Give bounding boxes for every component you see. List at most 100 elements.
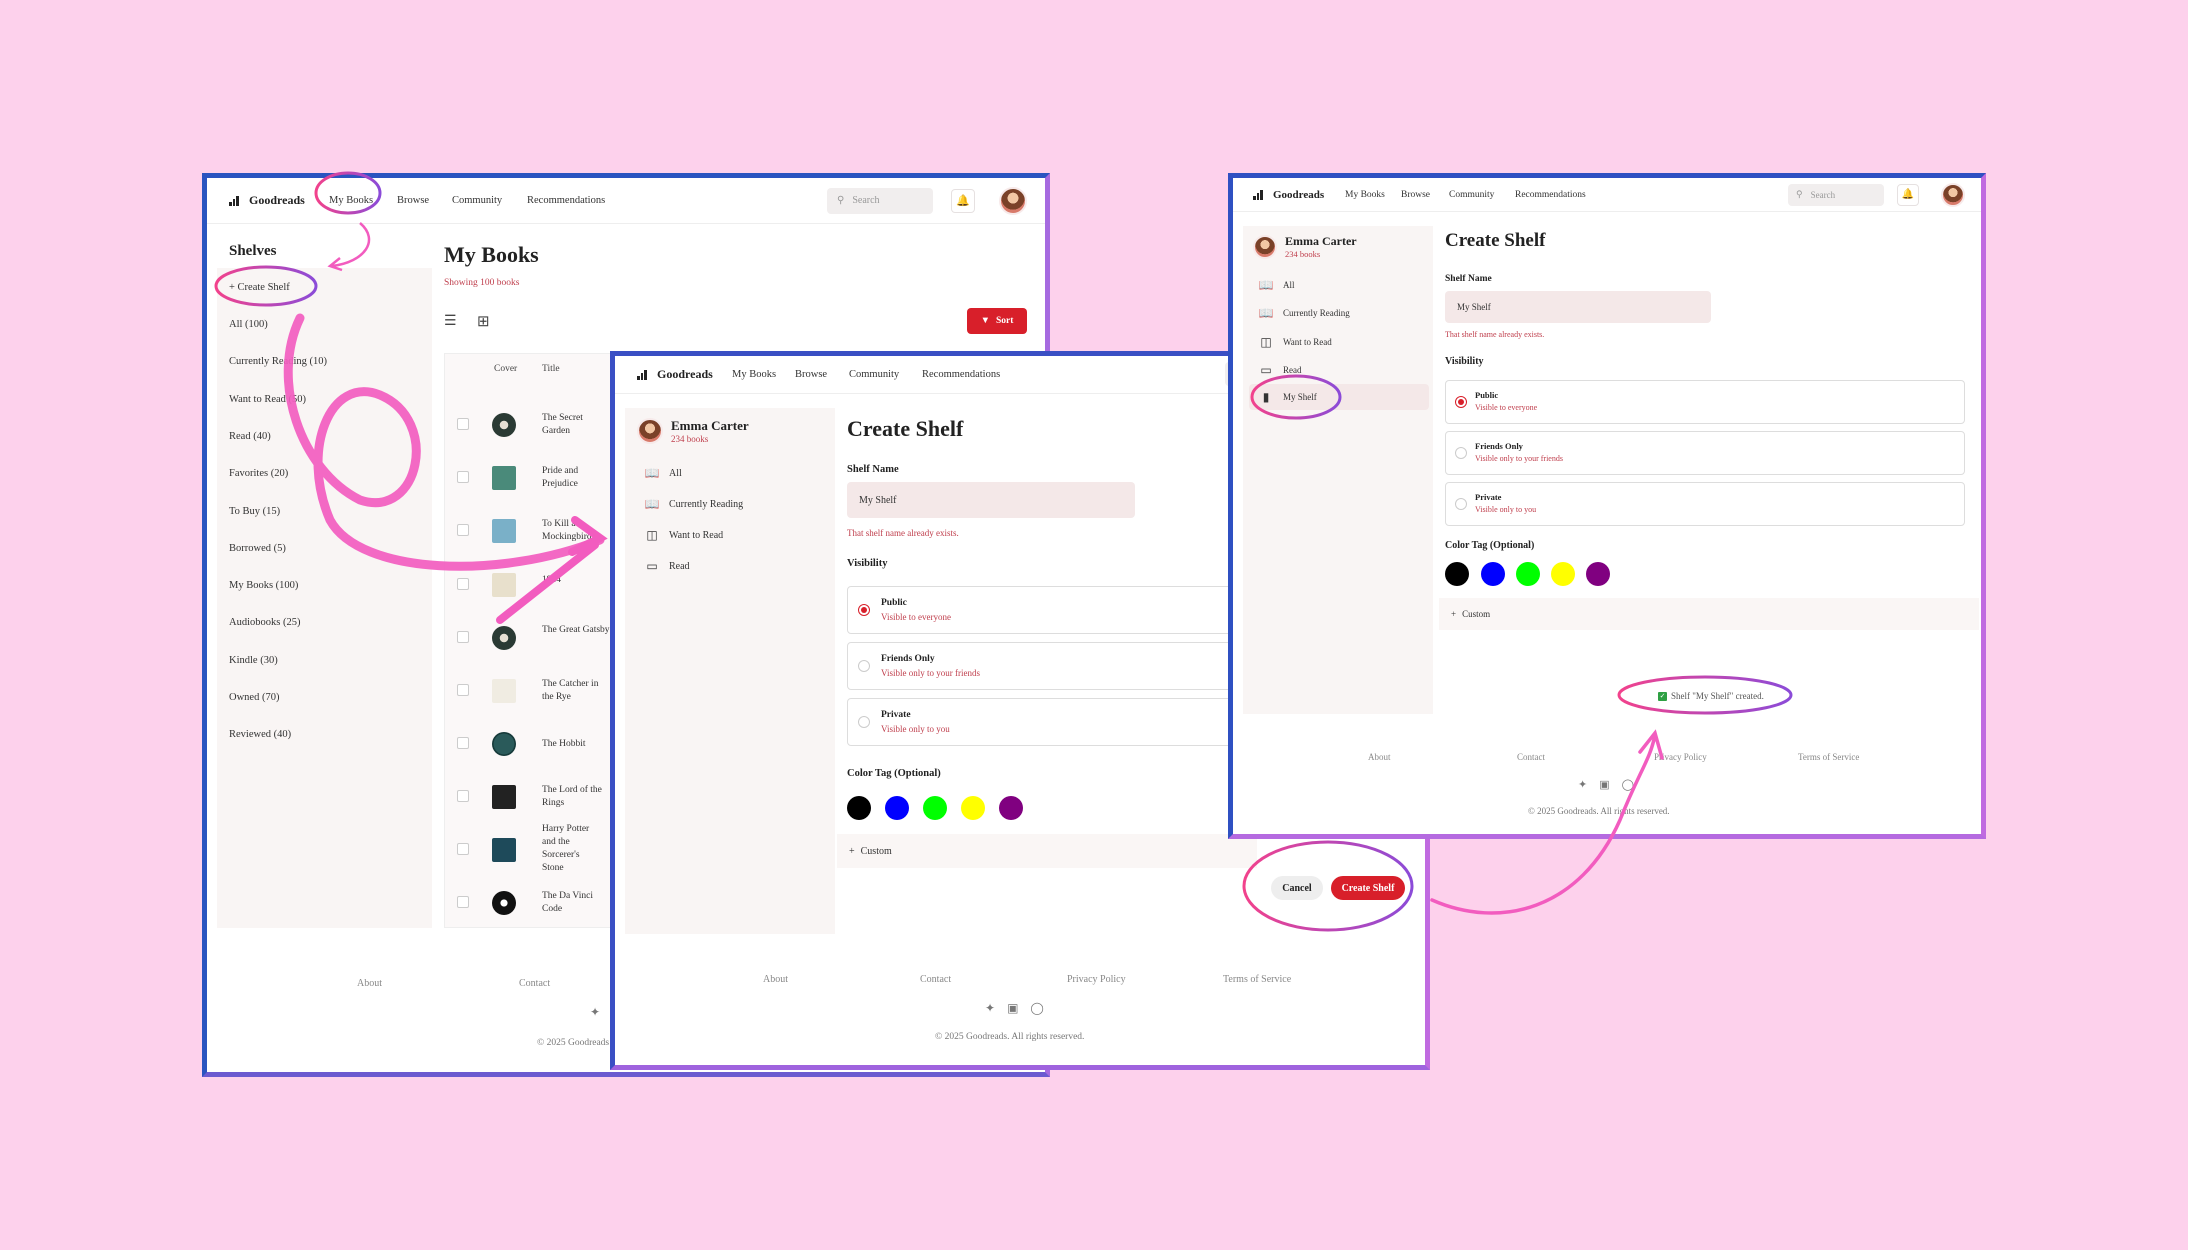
shelf-item[interactable]: To Buy (15) xyxy=(229,506,280,517)
nav-community[interactable]: Community xyxy=(849,369,899,380)
menu-item-want-to-read[interactable]: ◫ Want to Read xyxy=(1259,335,1331,349)
book-title[interactable]: Harry Potter and the Sorcerer's Stone xyxy=(542,823,600,875)
radio-friends[interactable] xyxy=(858,660,870,672)
avatar[interactable] xyxy=(999,186,1027,215)
nav-recommendations[interactable]: Recommendations xyxy=(1515,190,1586,200)
row-checkbox[interactable] xyxy=(457,737,469,749)
row-checkbox[interactable] xyxy=(457,524,469,536)
shelf-item[interactable]: Owned (70) xyxy=(229,692,279,703)
list-view-icon[interactable]: ☰ xyxy=(444,313,457,330)
footer-link[interactable]: Contact xyxy=(920,974,951,985)
instagram-icon[interactable]: ▣ xyxy=(1599,778,1609,791)
footer-link[interactable]: Contact xyxy=(519,978,550,989)
custom-color-button[interactable]: + Custom xyxy=(837,834,1257,868)
nav-browse[interactable]: Browse xyxy=(397,195,429,206)
visibility-public[interactable] xyxy=(1445,380,1965,424)
logo[interactable]: Goodreads xyxy=(1253,189,1324,201)
radio-friends[interactable] xyxy=(1455,447,1467,459)
footer-link[interactable]: Contact xyxy=(1517,752,1545,762)
radio-private[interactable] xyxy=(1455,498,1467,510)
book-title[interactable]: To Kill a Mockingbird xyxy=(542,518,602,544)
search-input[interactable]: ⚲ Search xyxy=(1788,183,1884,206)
nav-browse[interactable]: Browse xyxy=(795,369,827,380)
nav-community[interactable]: Community xyxy=(1449,190,1494,200)
avatar[interactable] xyxy=(1941,182,1965,207)
row-checkbox[interactable] xyxy=(457,418,469,430)
color-black[interactable] xyxy=(847,796,871,820)
row-checkbox[interactable] xyxy=(457,790,469,802)
visibility-public[interactable] xyxy=(847,586,1247,634)
color-purple[interactable] xyxy=(1586,562,1610,586)
book-title[interactable]: Pride and Prejudice xyxy=(542,465,612,491)
bell-icon[interactable]: 🔔 xyxy=(951,188,975,213)
color-yellow[interactable] xyxy=(961,796,985,820)
shelf-item[interactable]: Reviewed (40) xyxy=(229,729,291,740)
create-shelf-submit[interactable]: Create Shelf xyxy=(1331,876,1405,900)
color-yellow[interactable] xyxy=(1551,562,1575,586)
menu-item-currently-reading[interactable]: 📖 Currently Reading xyxy=(1259,306,1350,320)
footer-link[interactable]: Terms of Service xyxy=(1223,974,1291,985)
row-checkbox[interactable] xyxy=(457,471,469,483)
grid-view-icon[interactable]: ⊞ xyxy=(477,312,490,331)
menu-item-read[interactable]: ▭ Read xyxy=(645,559,689,573)
shelf-item[interactable]: Want to Read (50) xyxy=(229,394,306,405)
footer-link[interactable]: Privacy Policy xyxy=(1067,974,1126,985)
nav-recommendations[interactable]: Recommendations xyxy=(527,195,605,206)
footer-link[interactable]: About xyxy=(357,978,382,989)
nav-my-books[interactable]: My Books xyxy=(329,195,373,206)
search-input[interactable]: ⚲ Search xyxy=(827,187,933,214)
shelf-item[interactable]: My Books (100) xyxy=(229,580,298,591)
row-checkbox[interactable] xyxy=(457,843,469,855)
color-green[interactable] xyxy=(923,796,947,820)
nav-community[interactable]: Community xyxy=(452,195,502,206)
sort-button[interactable]: ▼ Sort xyxy=(967,308,1027,334)
nav-browse[interactable]: Browse xyxy=(1401,190,1430,200)
profile[interactable]: Emma Carter 234 books xyxy=(1253,234,1357,259)
shelf-item[interactable]: Currently Reading (10) xyxy=(229,356,327,367)
footer-link[interactable]: Terms of Service xyxy=(1798,752,1859,762)
twitter-icon[interactable]: ✦ xyxy=(590,1005,600,1020)
footer-link[interactable]: About xyxy=(763,974,788,985)
book-title[interactable]: 1984 xyxy=(542,574,612,587)
color-black[interactable] xyxy=(1445,562,1469,586)
color-purple[interactable] xyxy=(999,796,1023,820)
nav-my-books[interactable]: My Books xyxy=(1345,190,1385,200)
menu-item-my-shelf[interactable]: ▮ My Shelf xyxy=(1259,390,1317,404)
cancel-button[interactable]: Cancel xyxy=(1271,876,1323,900)
color-blue[interactable] xyxy=(885,796,909,820)
instagram-icon[interactable]: ▣ xyxy=(1007,1001,1018,1016)
radio-public[interactable] xyxy=(1455,396,1467,408)
book-title[interactable]: The Great Gatsby xyxy=(542,624,612,637)
radio-private[interactable] xyxy=(858,716,870,728)
color-blue[interactable] xyxy=(1481,562,1505,586)
radio-public[interactable] xyxy=(858,604,870,616)
logo[interactable]: Goodreads xyxy=(229,193,305,208)
menu-item-all[interactable]: 📖 All xyxy=(645,466,682,480)
book-title[interactable]: The Hobbit xyxy=(542,738,612,751)
menu-item-want-to-read[interactable]: ◫ Want to Read xyxy=(645,528,723,542)
visibility-friends[interactable] xyxy=(847,642,1247,690)
visibility-friends[interactable] xyxy=(1445,431,1965,475)
create-shelf-button[interactable]: + Create Shelf xyxy=(229,282,290,293)
shelf-name-input[interactable]: My Shelf xyxy=(847,482,1135,518)
facebook-icon[interactable]: ◯ xyxy=(1622,778,1634,791)
shelf-item[interactable]: Kindle (30) xyxy=(229,655,278,666)
shelf-item[interactable]: Favorites (20) xyxy=(229,468,288,479)
book-title[interactable]: The Catcher in the Rye xyxy=(542,678,612,704)
custom-color-button[interactable]: + Custom xyxy=(1439,598,1979,630)
facebook-icon[interactable]: ◯ xyxy=(1030,1001,1043,1016)
color-green[interactable] xyxy=(1516,562,1540,586)
logo[interactable]: Goodreads xyxy=(637,367,713,382)
row-checkbox[interactable] xyxy=(457,684,469,696)
profile[interactable]: Emma Carter 234 books xyxy=(637,418,749,444)
twitter-icon[interactable]: ✦ xyxy=(985,1001,995,1016)
row-checkbox[interactable] xyxy=(457,896,469,908)
nav-recommendations[interactable]: Recommendations xyxy=(922,369,1000,380)
footer-link[interactable]: Privacy Policy xyxy=(1654,752,1707,762)
shelf-item[interactable]: Read (40) xyxy=(229,431,271,442)
nav-my-books[interactable]: My Books xyxy=(732,369,776,380)
visibility-private[interactable] xyxy=(847,698,1247,746)
book-title[interactable]: The Lord of the Rings xyxy=(542,784,614,810)
footer-link[interactable]: About xyxy=(1368,752,1391,762)
shelf-item[interactable]: Borrowed (5) xyxy=(229,543,286,554)
